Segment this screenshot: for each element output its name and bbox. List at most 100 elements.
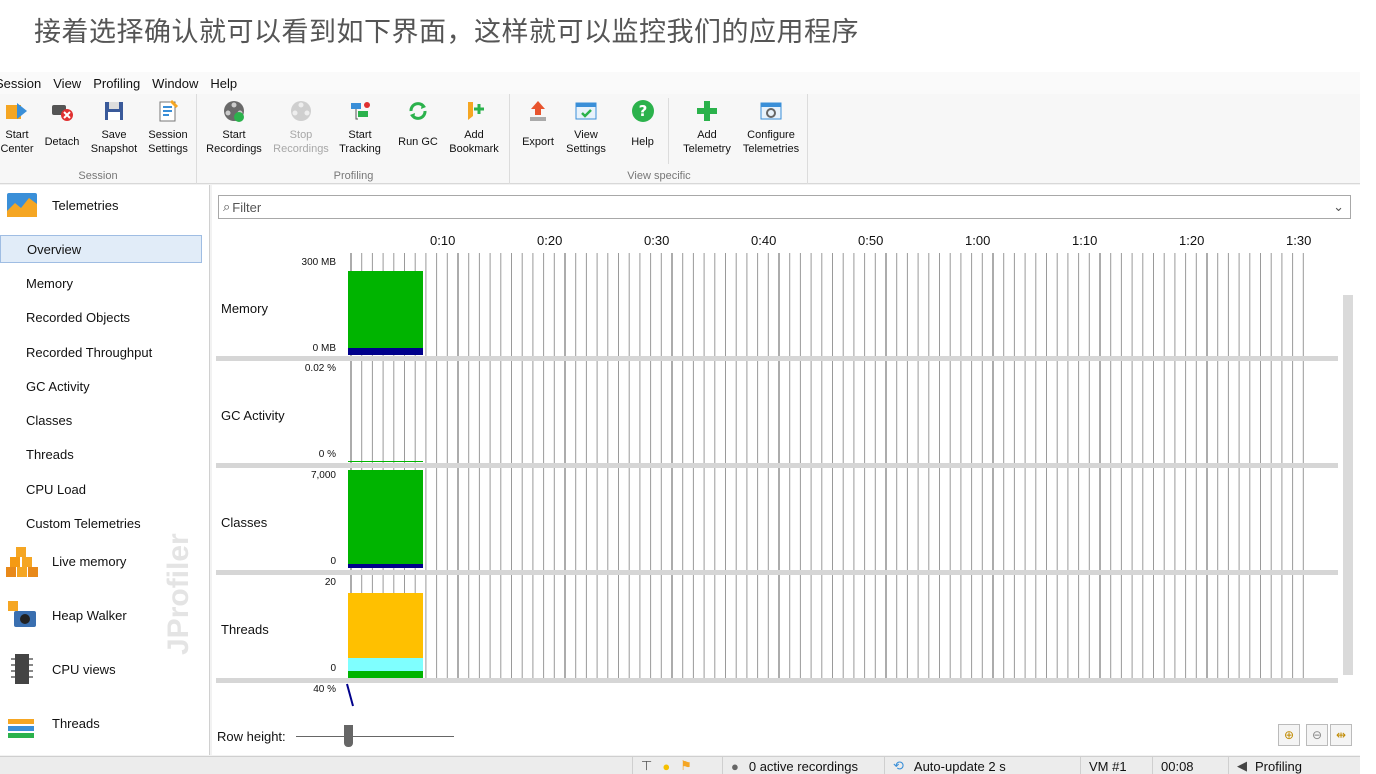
cpu-load-row: 40 % xyxy=(212,682,1338,720)
detach-icon xyxy=(49,98,75,124)
sidebar-item-overview[interactable]: Overview xyxy=(0,235,202,263)
classes-unloaded-area xyxy=(348,564,423,568)
lightbulb-icon[interactable]: ● xyxy=(662,759,670,774)
sidebar-cpu-views[interactable]: CPU views xyxy=(0,649,209,689)
classes-min-label: 0 xyxy=(330,556,336,567)
configure-telemetries-button[interactable]: Configure Telemetries xyxy=(739,98,803,164)
help-icon: ? xyxy=(630,98,656,124)
zoom-in-icon: ⊕ xyxy=(1283,728,1295,742)
pin-icon[interactable]: ⊤ xyxy=(641,758,652,774)
menu-window[interactable]: Window xyxy=(146,76,204,91)
save-snapshot-label-2: Snapshot xyxy=(90,143,138,155)
sidebar-item-recorded-throughput[interactable]: Recorded Throughput xyxy=(0,338,202,366)
filter-input[interactable]: ⌕ Filter ⌄ xyxy=(218,195,1351,219)
jprofiler-brand: JProfiler xyxy=(162,533,195,655)
add-bookmark-label-2: Bookmark xyxy=(449,143,499,155)
sidebar-item-memory[interactable]: Memory xyxy=(0,269,202,297)
start-center-icon xyxy=(4,98,30,124)
svg-text:?: ? xyxy=(638,102,647,120)
profiling-group: Start Recordings Stop Recordings Start T… xyxy=(198,94,510,184)
run-gc-button[interactable]: Run GC xyxy=(394,98,442,164)
sidebar-threads-section[interactable]: Threads xyxy=(0,703,209,743)
caption-text: 接着选择确认就可以看到如下界面，这样就可以监控我们的应用程序 xyxy=(34,17,859,48)
save-snapshot-button[interactable]: Save Snapshot xyxy=(88,98,140,164)
view-settings-icon xyxy=(573,98,599,124)
start-center-button[interactable]: Start Center xyxy=(0,98,34,164)
camera-icon xyxy=(6,599,38,631)
gc-activity-row: 0.02 % GC Activity 0 % xyxy=(212,361,1338,468)
stop-recordings-button[interactable]: Stop Recordings xyxy=(270,98,332,164)
chevron-down-icon[interactable]: ⌄ xyxy=(1333,199,1344,215)
profiling-mode-text: Profiling xyxy=(1255,758,1302,774)
detach-button[interactable]: Detach xyxy=(40,98,84,164)
start-recordings-label-2: Recordings xyxy=(206,143,262,155)
telemetries-icon xyxy=(6,189,38,221)
filter-placeholder: Filter xyxy=(232,199,262,215)
threads-icon xyxy=(6,707,38,739)
stop-recordings-label-2: Recordings xyxy=(273,143,329,155)
gc-row-title: GC Activity xyxy=(221,408,285,423)
plus-icon xyxy=(694,98,720,124)
profiling-mode-icon: ◀ xyxy=(1237,758,1247,773)
view-settings-button[interactable]: View Settings xyxy=(563,98,609,164)
elapsed-time-status: 00:08 xyxy=(1152,757,1228,774)
configure-telemetries-label-2: Telemetries xyxy=(742,143,800,155)
sidebar-item-classes[interactable]: Classes xyxy=(0,406,202,434)
memory-used-area xyxy=(348,271,423,348)
menu-session[interactable]: Session xyxy=(0,76,47,91)
time-tick-label: 0:20 xyxy=(537,233,563,248)
view-settings-label-1: View xyxy=(574,129,598,141)
autoupdate-text: Auto-update 2 s xyxy=(913,758,1006,774)
threads-min-label: 0 xyxy=(330,663,336,674)
memory-row: 300 MB Memory 0 MB xyxy=(212,253,1338,361)
start-recordings-label-1: Start xyxy=(222,129,246,141)
menu-help[interactable]: Help xyxy=(204,76,243,91)
run-gc-label: Run GC xyxy=(398,136,438,148)
elapsed-time-text: 00:08 xyxy=(1161,758,1194,774)
zoom-in-button[interactable]: ⊕ xyxy=(1278,724,1300,746)
autoupdate-status[interactable]: ⟲ Auto-update 2 s xyxy=(884,757,1080,774)
cpu-load-line xyxy=(346,683,354,707)
sidebar-item-recorded-objects[interactable]: Recorded Objects xyxy=(0,303,202,331)
recordings-text: 0 active recordings xyxy=(748,758,858,774)
menu-view[interactable]: View xyxy=(47,76,87,91)
sidebar-item-threads[interactable]: Threads xyxy=(0,440,202,468)
time-tick-label: 0:10 xyxy=(430,233,456,248)
menu-profiling[interactable]: Profiling xyxy=(87,76,146,91)
cpu-icon xyxy=(6,653,38,685)
start-recordings-button[interactable]: Start Recordings xyxy=(204,98,264,164)
memory-free-area xyxy=(348,348,423,355)
live-memory-icon xyxy=(6,545,38,577)
sidebar-threads-section-label: Threads xyxy=(52,715,100,731)
sidebar: Telemetries Overview Memory Recorded Obj… xyxy=(0,185,210,755)
flag-icon[interactable]: ⚑ xyxy=(680,758,692,774)
session-settings-button[interactable]: Session Settings xyxy=(144,98,192,164)
save-snapshot-label-1: Save xyxy=(101,129,127,141)
sidebar-item-gc-activity[interactable]: GC Activity xyxy=(0,372,202,400)
help-label: Help xyxy=(631,136,654,148)
fit-width-button[interactable]: ⇹ xyxy=(1330,724,1352,746)
menu-bar: Session View Profiling Window Help xyxy=(0,72,1360,94)
export-button[interactable]: Export xyxy=(517,98,559,164)
recordings-status[interactable]: ● 0 active recordings xyxy=(722,757,884,774)
row-height-slider-thumb[interactable] xyxy=(344,725,353,747)
time-tick-label: 0:40 xyxy=(751,233,777,248)
sidebar-telemetries-header[interactable]: Telemetries xyxy=(0,185,209,225)
search-icon: ⌕ xyxy=(223,199,231,214)
status-icons: ⊤ ● ⚑ xyxy=(632,757,722,774)
film-reel-icon xyxy=(221,98,247,124)
help-button[interactable]: ? Help xyxy=(617,98,669,164)
fit-width-icon: ⇹ xyxy=(1335,728,1347,742)
start-tracking-button[interactable]: Start Tracking xyxy=(336,98,384,164)
sidebar-item-cpu-load[interactable]: CPU Load xyxy=(0,475,202,503)
add-telemetry-button[interactable]: Add Telemetry xyxy=(679,98,735,164)
vertical-scrollbar[interactable] xyxy=(1343,295,1353,675)
cpu-max-label: 40 % xyxy=(313,684,336,695)
add-bookmark-button[interactable]: Add Bookmark xyxy=(446,98,502,164)
session-settings-icon xyxy=(155,98,181,124)
start-tracking-label-1: Start xyxy=(348,129,372,141)
session-settings-label-1: Session xyxy=(148,129,188,141)
classes-row-title: Classes xyxy=(221,515,268,530)
zoom-out-button[interactable]: ⊖ xyxy=(1306,724,1328,746)
stop-recordings-label-1: Stop xyxy=(289,129,313,141)
